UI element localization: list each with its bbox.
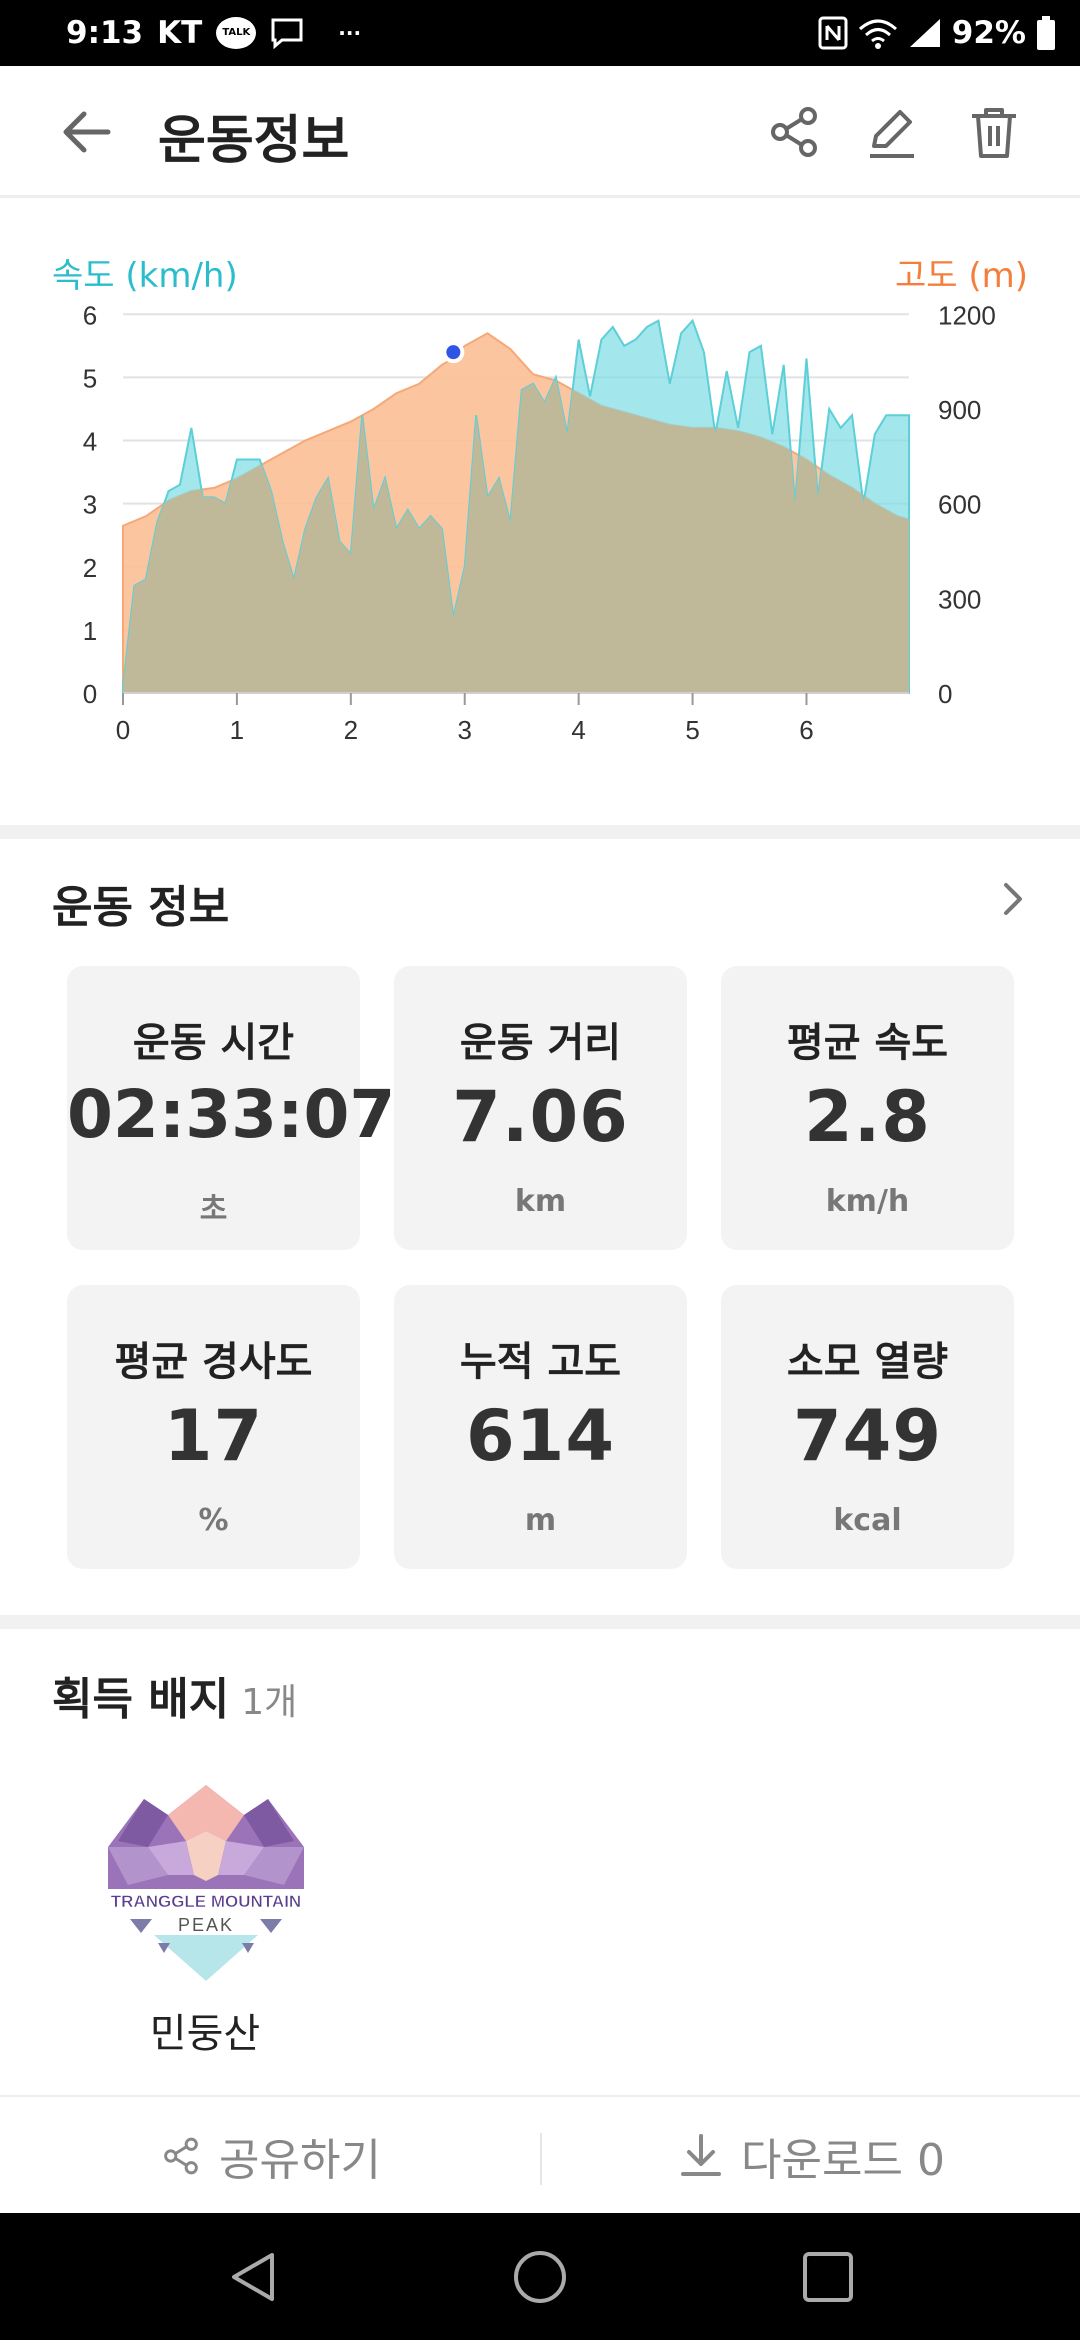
section-divider bbox=[0, 825, 1080, 839]
app-bar: 운동정보 bbox=[0, 66, 1080, 198]
message-icon bbox=[271, 18, 303, 49]
badge-count: 1개 bbox=[241, 1682, 298, 1723]
battery-icon bbox=[1037, 16, 1055, 50]
y-right-tick-label: 300 bbox=[938, 584, 981, 614]
exercise-info-title: 운동 정보 bbox=[52, 882, 230, 933]
stat-label: 운동 시간 bbox=[132, 1020, 295, 1066]
stat-value: 2.8 bbox=[803, 1076, 931, 1158]
more-notifications: ··· bbox=[338, 21, 362, 45]
back-arrow-icon[interactable] bbox=[58, 106, 114, 158]
y-left-tick-label: 1 bbox=[83, 616, 97, 646]
y-right-tick-label: 1200 bbox=[938, 300, 996, 330]
section-divider bbox=[0, 1615, 1080, 1629]
trash-icon[interactable] bbox=[964, 102, 1024, 162]
x-tick-label: 2 bbox=[344, 715, 358, 745]
y-right-tick-label: 900 bbox=[938, 395, 981, 425]
stat-label: 누적 고도 bbox=[459, 1339, 622, 1385]
status-bar: 9:13 KT TALK ··· 92% bbox=[0, 0, 1080, 66]
stat-value: 02:33:07 bbox=[67, 1076, 396, 1153]
y-left-tick-label: 4 bbox=[83, 427, 97, 457]
x-tick-label: 1 bbox=[230, 715, 244, 745]
y-right-tick-label: 0 bbox=[938, 679, 952, 709]
signal-icon bbox=[909, 19, 940, 47]
stat-unit: km/h bbox=[825, 1184, 910, 1219]
share-label: 공유하기 bbox=[219, 2135, 381, 2186]
stat-card-calories: 소모 열량 749 kcal bbox=[721, 1285, 1014, 1569]
y-left-tick-label: 2 bbox=[83, 553, 97, 583]
position-marker bbox=[446, 345, 461, 360]
stat-card-distance: 운동 거리 7.06 km bbox=[394, 966, 687, 1250]
download-label: 다운로드 0 bbox=[741, 2135, 945, 2186]
status-time: 9:13 bbox=[66, 15, 144, 51]
badge-logo-subtext: PEAK bbox=[178, 1915, 234, 1935]
nav-back-icon[interactable] bbox=[226, 2249, 280, 2305]
x-tick-label: 3 bbox=[458, 715, 472, 745]
stat-unit: 초 bbox=[199, 1192, 228, 1227]
stat-card-elevation-gain: 누적 고도 614 m bbox=[394, 1285, 687, 1569]
y-left-tick-label: 3 bbox=[83, 490, 97, 520]
stat-label: 소모 열량 bbox=[786, 1339, 949, 1385]
edit-pencil-icon[interactable] bbox=[862, 102, 922, 162]
tranggle-mountain-peak-badge[interactable]: TRANGGLE MOUNTAIN PEAK bbox=[108, 1785, 304, 1981]
speed-altitude-chart[interactable]: 0 1 2 3 4 5 6 0 300 600 900 1200 0 1 2 3 4 5 6 bbox=[0, 290, 1080, 850]
x-tick-label: 4 bbox=[571, 715, 585, 745]
badge-name: 민둥산 bbox=[149, 2011, 261, 2057]
y-left-tick-label: 0 bbox=[83, 679, 97, 709]
share-icon[interactable] bbox=[764, 102, 824, 162]
share-button[interactable]: 공유하기 bbox=[0, 2097, 540, 2215]
stat-label: 운동 거리 bbox=[459, 1020, 622, 1066]
x-tick-label: 0 bbox=[116, 715, 130, 745]
stat-label: 평균 경사도 bbox=[114, 1339, 313, 1385]
chart-section: 속도 (km/h) 고도 (m) 0 1 2 3 4 5 6 0 300 600 900 1200 0 1… bbox=[0, 200, 1080, 825]
nfc-icon bbox=[818, 16, 848, 50]
stat-card-time: 운동 시간 02:33:07 초 bbox=[67, 966, 396, 1250]
wifi-icon bbox=[858, 19, 897, 49]
x-tick-label: 6 bbox=[799, 715, 813, 745]
status-carrier: KT bbox=[157, 15, 203, 51]
kakaotalk-icon: TALK bbox=[216, 17, 257, 49]
share-icon bbox=[164, 2137, 198, 2175]
nav-home-icon[interactable] bbox=[512, 2249, 568, 2305]
page-title: 운동정보 bbox=[158, 111, 350, 171]
badge-section-title: 획득 배지 1개 bbox=[52, 1674, 298, 1725]
system-nav-bar bbox=[0, 2213, 1080, 2340]
y-left-tick-label: 5 bbox=[83, 363, 97, 393]
exercise-info-section: 운동 정보 운동 시간 02:33:07 초 운동 거리 7.06 km 평균 … bbox=[0, 839, 1080, 1615]
y-left-tick-label: 6 bbox=[83, 300, 97, 330]
download-button[interactable]: 다운로드 0 bbox=[542, 2097, 1080, 2215]
stat-value: 7.06 bbox=[452, 1076, 629, 1158]
stat-value: 614 bbox=[465, 1395, 616, 1477]
stat-value: 749 bbox=[792, 1395, 943, 1477]
battery-percent: 92% bbox=[951, 15, 1026, 51]
stat-unit: % bbox=[198, 1503, 229, 1538]
nav-recents-icon[interactable] bbox=[800, 2249, 856, 2305]
badge-logo-text: TRANGGLE MOUNTAIN bbox=[111, 1892, 301, 1911]
bottom-action-bar: 공유하기 다운로드 0 bbox=[0, 2095, 1080, 2213]
download-icon bbox=[681, 2134, 722, 2176]
stat-card-avg-speed: 평균 속도 2.8 km/h bbox=[721, 966, 1014, 1250]
y-right-tick-label: 600 bbox=[938, 490, 981, 520]
stat-unit: m bbox=[524, 1503, 557, 1538]
stat-value: 17 bbox=[163, 1395, 264, 1477]
stat-unit: kcal bbox=[833, 1503, 902, 1538]
stat-unit: km bbox=[514, 1184, 567, 1219]
badge-section: 획득 배지 1개 TRANGGLE MOUNTAIN PEAK 민둥산 bbox=[0, 1629, 1080, 2095]
stat-card-avg-slope: 평균 경사도 17 % bbox=[67, 1285, 360, 1569]
chevron-right-icon[interactable] bbox=[994, 879, 1030, 919]
x-tick-label: 5 bbox=[685, 715, 699, 745]
stat-label: 평균 속도 bbox=[786, 1020, 949, 1066]
